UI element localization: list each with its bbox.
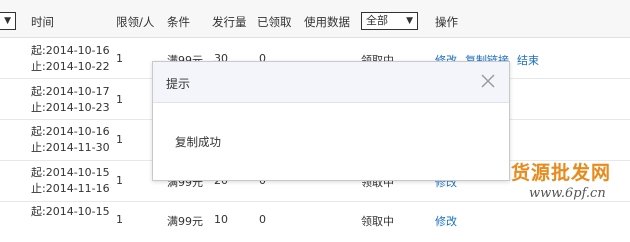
start-date: 起:2014-10-16 (31, 125, 110, 138)
start-date: 起:2014-10-17 (31, 85, 110, 98)
claimed-value: 0 (259, 213, 266, 226)
limit-value: 1 (116, 93, 123, 106)
watermark-logo: 货源批发网 www.6pf.cn (511, 158, 630, 216)
end-date: 止:2014-10-23 (31, 101, 110, 114)
chevron-down-icon: ▼ (4, 16, 11, 26)
dialog-message: 复制成功 (175, 135, 221, 149)
end-link[interactable]: 结束 (517, 52, 539, 68)
issued-value: 10 (214, 213, 228, 226)
limit-value: 1 (116, 133, 123, 146)
limit-value: 1 (116, 213, 123, 226)
start-date: 起:2014-10-15 (31, 205, 110, 218)
watermark-url: www.6pf.cn (529, 186, 606, 201)
limit-value: 1 (116, 174, 123, 187)
header-issued: 发行量 (212, 15, 247, 29)
header-action: 操作 (435, 15, 458, 29)
status-filter-select[interactable]: 全部 ▼ (361, 12, 418, 30)
header-claimed: 已领取 (257, 15, 292, 29)
status-filter-value: 全部 (366, 14, 388, 27)
limit-value: 1 (116, 52, 123, 65)
header-condition: 条件 (167, 15, 190, 29)
header-usage: 使用数据 (304, 15, 350, 29)
dialog-header: 提示 (153, 62, 509, 103)
copy-success-dialog: 提示 复制成功 (152, 61, 510, 181)
table-header: ▼ 时间 限领/人 条件 发行量 已领取 使用数据 全部 ▼ 操作 (0, 0, 630, 38)
chevron-down-icon: ▼ (406, 16, 413, 26)
edit-link[interactable]: 修改 (435, 213, 457, 229)
end-date: 止:2014-11-16 (31, 182, 110, 195)
start-date: 起:2014-10-16 (31, 44, 110, 57)
header-limit: 限领/人 (116, 15, 155, 29)
close-icon[interactable] (477, 70, 499, 92)
watermark-text: 货源批发网 (511, 162, 612, 184)
dialog-title: 提示 (166, 77, 191, 91)
left-filter-select[interactable]: ▼ (0, 12, 16, 30)
status-value: 领取中 (361, 215, 394, 228)
end-date: 止:2014-11-30 (31, 141, 110, 154)
start-date: 起:2014-10-15 (31, 166, 110, 179)
condition-value: 满99元 (167, 215, 203, 228)
header-time: 时间 (31, 15, 54, 29)
end-date: 止:2014-10-22 (31, 60, 110, 73)
